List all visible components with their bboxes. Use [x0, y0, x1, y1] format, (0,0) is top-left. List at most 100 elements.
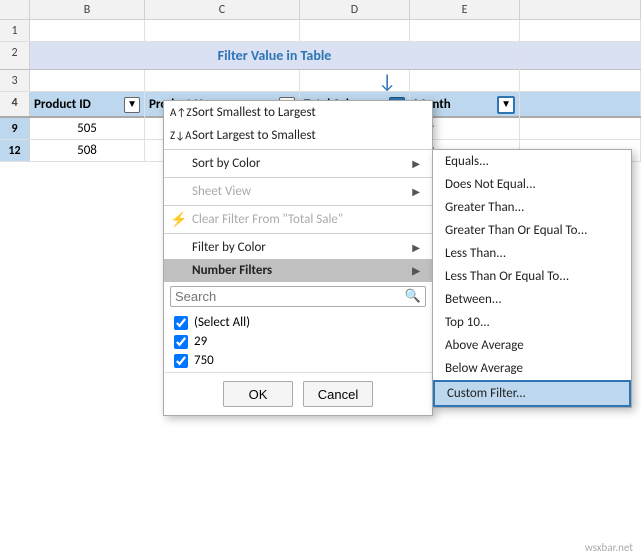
col-header-D: D [300, 0, 410, 19]
checkbox-select-all-label: (Select All) [194, 315, 250, 330]
filter-color-arrow-icon: ▶ [412, 241, 420, 254]
row-num-1: 1 [0, 20, 30, 41]
sheet-view-label: Sheet View [192, 184, 251, 199]
between-label: Between... [445, 292, 502, 307]
submenu-greater-than[interactable]: Greater Than... [433, 196, 631, 219]
cell-d1 [300, 20, 410, 41]
cell-b9: 505 [30, 118, 145, 139]
clear-filter-icon: ⚡ [170, 211, 187, 228]
submenu-less-than[interactable]: Less Than... [433, 242, 631, 265]
cell-c3 [145, 70, 300, 91]
clear-filter-label: Clear Filter From "Total Sale" [192, 212, 343, 227]
number-filters-arrow-icon: ▶ [412, 264, 420, 277]
below-avg-label: Below Average [445, 361, 523, 376]
cell-rest9 [520, 118, 641, 139]
sort-color-label: Sort by Color [192, 156, 260, 171]
row-num-col-header [0, 0, 30, 19]
month-filter-btn[interactable]: ▼ [497, 96, 515, 114]
filter-color-label: Filter by Color [192, 240, 266, 255]
product-id-label: Product ID [34, 94, 91, 116]
separator-2 [164, 177, 432, 178]
menu-filter-color[interactable]: Filter by Color ▶ [164, 236, 432, 259]
submenu-greater-equal[interactable]: Greater Than Or Equal To... [433, 219, 631, 242]
sheet-view-arrow-icon: ▶ [412, 185, 420, 198]
sort-asc-icon: A↑Z [170, 106, 191, 119]
product-id-filter-btn[interactable]: ▼ [124, 97, 140, 113]
submenu-below-avg[interactable]: Below Average [433, 357, 631, 380]
greater-than-label: Greater Than... [445, 200, 524, 215]
checkbox-list: (Select All) 29 750 [164, 311, 432, 372]
checkbox-29-label: 29 [194, 334, 207, 349]
equals-label: Equals... [445, 154, 489, 169]
col-header-B: B [30, 0, 145, 19]
spreadsheet: B C D E 1 2 Filter Value in Table 3 4 Pr… [0, 0, 641, 558]
title-row: 2 Filter Value in Table [0, 42, 641, 70]
grid-row-1: 1 [0, 20, 641, 42]
checkbox-29[interactable]: 29 [174, 332, 422, 351]
top10-label: Top 10... [445, 315, 490, 330]
submenu-above-avg[interactable]: Above Average [433, 334, 631, 357]
menu-sort-color[interactable]: Sort by Color ▶ [164, 152, 432, 175]
search-input[interactable] [175, 289, 405, 304]
separator-1 [164, 149, 432, 150]
greater-equal-label: Greater Than Or Equal To... [445, 223, 587, 238]
cell-e1 [410, 20, 520, 41]
ok-button[interactable]: OK [223, 381, 293, 407]
submenu-equals[interactable]: Equals... [433, 150, 631, 173]
cell-b12: 508 [30, 140, 145, 161]
sort-desc-label: Sort Largest to Smallest [192, 128, 316, 143]
checkbox-select-all-input[interactable] [174, 316, 188, 330]
above-avg-label: Above Average [445, 338, 524, 353]
checkbox-select-all[interactable]: (Select All) [174, 313, 422, 332]
number-filters-submenu: Equals... Does Not Equal... Greater Than… [432, 149, 632, 408]
search-icon: 🔍 [405, 289, 421, 304]
cell-c1 [145, 20, 300, 41]
blue-arrow-icon: ↓ [378, 70, 396, 94]
row-num-9: 9 [0, 118, 30, 139]
cancel-button[interactable]: Cancel [303, 381, 373, 407]
submenu-less-equal[interactable]: Less Than Or Equal To... [433, 265, 631, 288]
row-num-2: 2 [0, 42, 30, 69]
cell-rest3 [520, 70, 641, 91]
cell-b1 [30, 20, 145, 41]
submenu-custom-filter[interactable]: Custom Filter... [433, 380, 631, 407]
custom-filter-label: Custom Filter... [447, 386, 526, 401]
separator-4 [164, 233, 432, 234]
sort-asc-label: Sort Smallest to Largest [192, 105, 316, 120]
checkbox-750-input[interactable] [174, 354, 188, 368]
separator-3 [164, 205, 432, 206]
checkbox-29-input[interactable] [174, 335, 188, 349]
col-headers: B C D E [0, 0, 641, 20]
row-num-4: 4 [0, 92, 30, 116]
cell-b3 [30, 70, 145, 91]
menu-clear-filter: ⚡ Clear Filter From "Total Sale" [164, 208, 432, 231]
menu-sort-desc[interactable]: Z↓A Sort Largest to Smallest [164, 124, 432, 147]
cell-rest2 [520, 42, 641, 69]
cell-rest1 [520, 20, 641, 41]
checkbox-750[interactable]: 750 [174, 351, 422, 370]
title-cell: Filter Value in Table [30, 42, 520, 70]
row-num-3: 3 [0, 70, 30, 91]
menu-sheet-view: Sheet View ▶ [164, 180, 432, 203]
col-header-C: C [145, 0, 300, 19]
less-than-label: Less Than... [445, 246, 506, 261]
submenu-between[interactable]: Between... [433, 288, 631, 311]
number-filters-label: Number Filters [192, 263, 272, 278]
not-equal-label: Does Not Equal... [445, 177, 536, 192]
cell-product-id-header: Product ID ▼ [30, 92, 145, 118]
menu-number-filters[interactable]: Number Filters ▶ [164, 259, 432, 282]
row-num-12: 12 [0, 140, 30, 161]
submenu-top10[interactable]: Top 10... [433, 311, 631, 334]
search-area[interactable]: 🔍 [170, 286, 426, 307]
checkbox-750-label: 750 [194, 353, 214, 368]
menu-sort-asc[interactable]: A↑Z Sort Smallest to Largest [164, 101, 432, 124]
col-header-E: E [410, 0, 520, 19]
less-equal-label: Less Than Or Equal To... [445, 269, 569, 284]
cell-rest4 [520, 92, 641, 116]
submenu-not-equal[interactable]: Does Not Equal... [433, 173, 631, 196]
watermark: wsxbar.net [585, 541, 633, 554]
sort-desc-icon: Z↓A [170, 129, 191, 142]
grid-row-3: 3 [0, 70, 641, 92]
menu-footer: OK Cancel [164, 372, 432, 415]
sort-color-arrow-icon: ▶ [412, 157, 420, 170]
